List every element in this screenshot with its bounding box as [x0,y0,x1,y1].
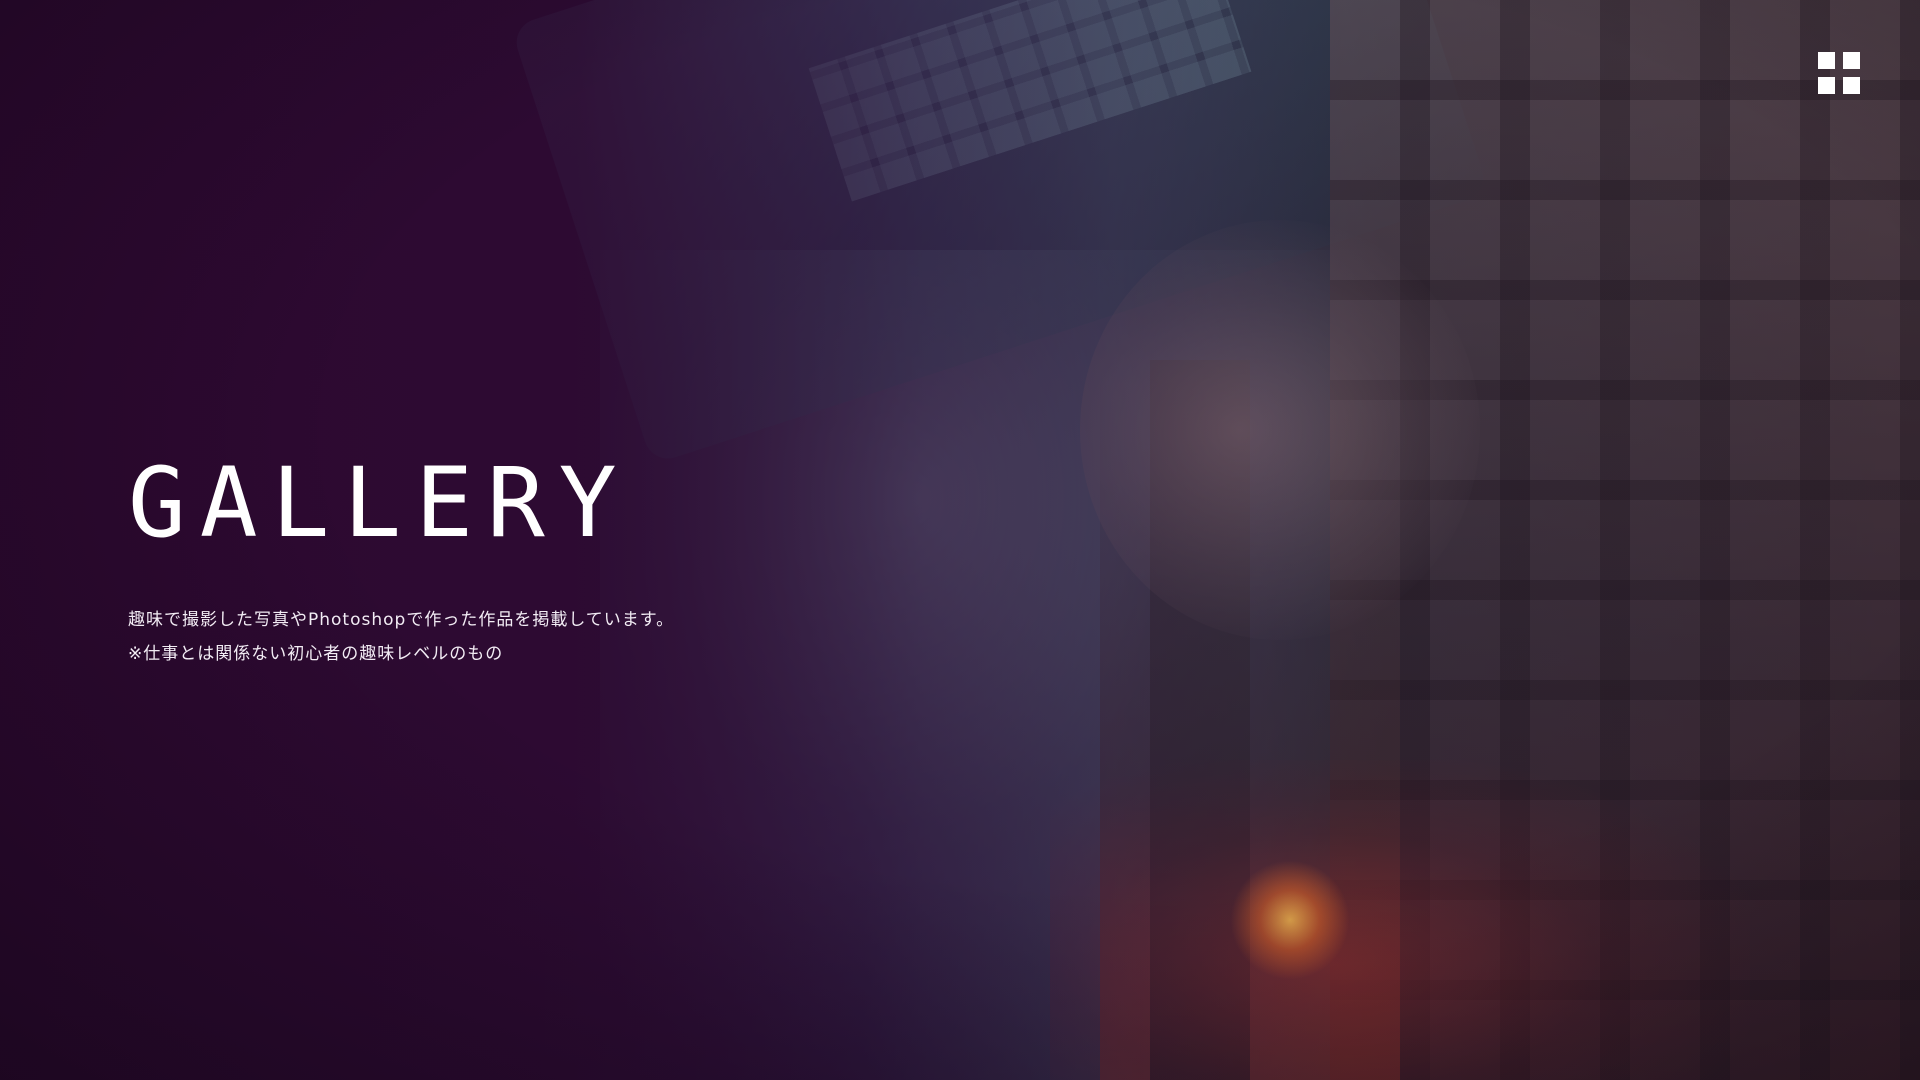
page-title: GALLERY [128,447,631,559]
background-street [1100,380,1400,1080]
hero-section: GALLERY 趣味で撮影した写真やPhotoshopで作った作品を掲載していま… [0,0,1920,1080]
background-tower [1150,360,1250,1080]
hero-description: 趣味で撮影した写真やPhotoshopで作った作品を掲載しています。 ※仕事とは… [128,603,1028,671]
background-buildings [1330,0,1920,1080]
background-keyboard [808,0,1252,202]
description-line-2: ※仕事とは関係ない初心者の趣味レベルのもの [128,644,504,664]
background-sunset [1230,860,1350,980]
grid-menu-button[interactable] [1818,52,1860,94]
background-hand [1080,220,1480,640]
hero-content: GALLERY 趣味で撮影した写真やPhotoshopで作った作品を掲載していま… [128,455,1028,671]
background-red-glow [1050,760,1750,1080]
description-line-1: 趣味で撮影した写真やPhotoshopで作った作品を掲載しています。 [128,610,675,630]
background-laptop [510,0,1490,465]
